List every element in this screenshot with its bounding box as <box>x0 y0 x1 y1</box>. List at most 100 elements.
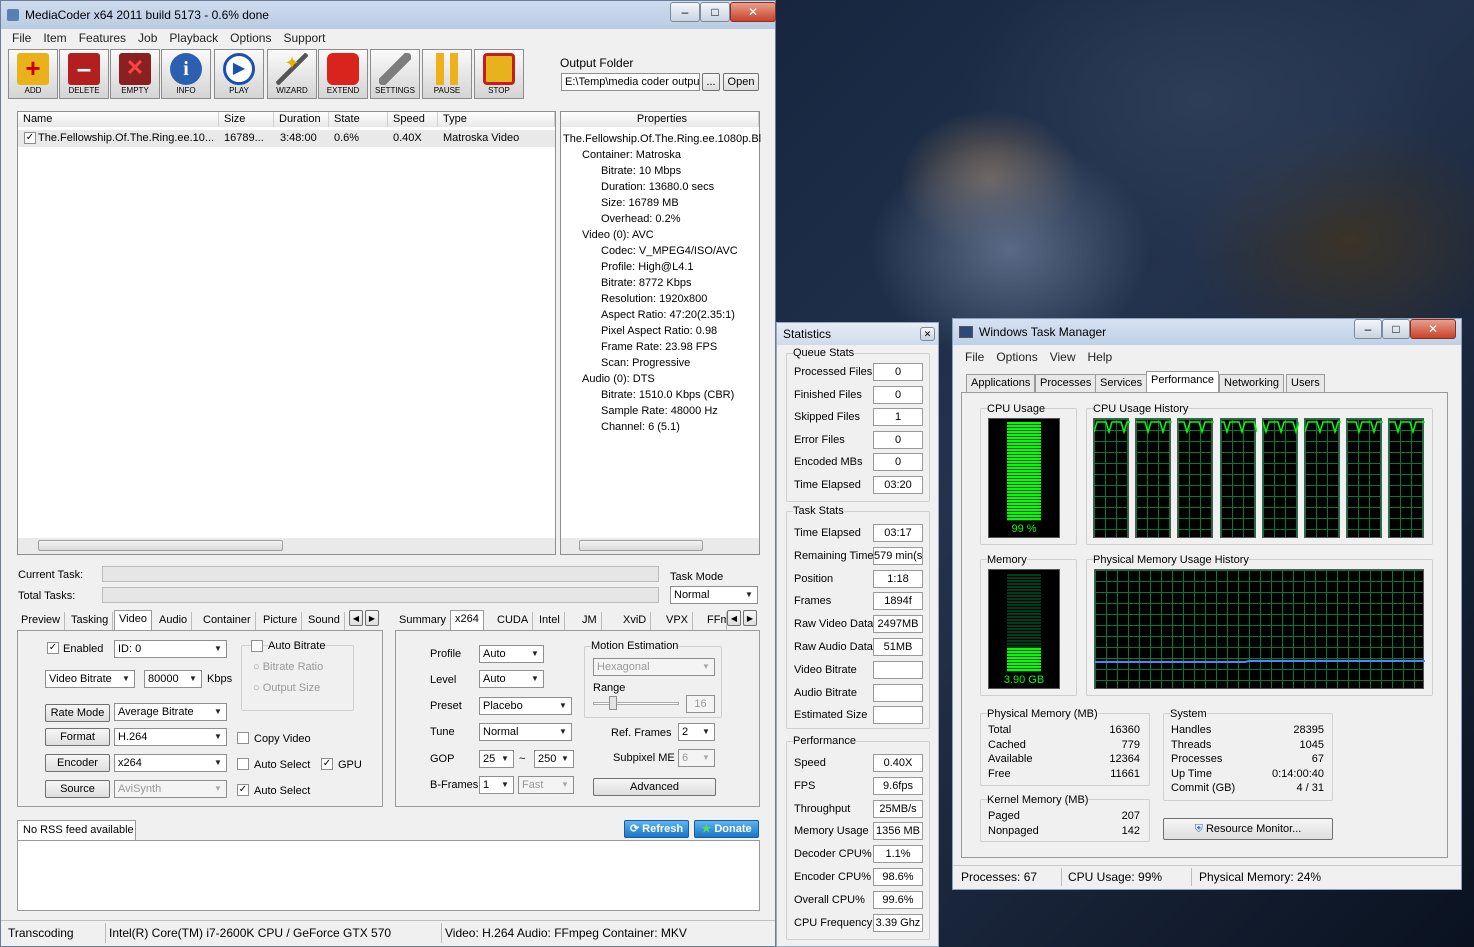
encoder-select[interactable]: x264 ▼ <box>114 754 227 772</box>
bitrate-select[interactable]: 80000 ▼ <box>144 670 202 688</box>
range-slider[interactable] <box>593 702 679 705</box>
minimize-button[interactable]: – <box>670 2 700 22</box>
tab-audio[interactable]: Audio <box>155 612 193 630</box>
tab-processes[interactable]: Processes <box>1035 374 1097 392</box>
add-button[interactable]: + ADD <box>8 49 58 99</box>
props-scroll-thumb[interactable] <box>579 540 703 551</box>
horizontal-scrollbar[interactable] <box>18 538 555 554</box>
profile-select[interactable]: Auto ▼ <box>479 645 544 663</box>
tab-container[interactable]: Container <box>199 612 256 630</box>
props-scrollbar[interactable] <box>561 538 759 554</box>
format-button[interactable]: Format <box>45 728 110 746</box>
bitrate-ratio-radio[interactable]: ○ Bitrate Ratio <box>253 661 323 673</box>
tab-x264[interactable]: x264 <box>450 610 484 630</box>
empty-button[interactable]: ✕ EMPTY <box>110 49 160 99</box>
menu-item[interactable]: Item <box>43 31 66 45</box>
gpu-checkbox[interactable]: ✓ <box>321 758 333 770</box>
range-slider-thumb[interactable] <box>609 696 617 710</box>
extend-button[interactable]: EXTEND <box>318 49 368 99</box>
menu-support[interactable]: Support <box>283 31 325 45</box>
gop-max-select[interactable]: 250 ▼ <box>534 750 574 768</box>
encoder-button[interactable]: Encoder <box>45 754 110 772</box>
maximize-button[interactable]: □ <box>700 2 730 22</box>
bframes-select[interactable]: 1 ▼ <box>479 776 514 794</box>
rtab-scroll-left[interactable]: ◀ <box>727 610 741 626</box>
video-id-select[interactable]: ID: 0 ▼ <box>114 640 227 658</box>
copy-video-checkbox[interactable] <box>237 732 249 744</box>
tm-close-button[interactable]: ✕ <box>1410 319 1456 339</box>
close-button[interactable]: ✕ <box>730 2 776 22</box>
subpixel-me-select[interactable]: 6 ▼ <box>678 749 715 767</box>
scrollbar-thumb[interactable] <box>38 540 283 551</box>
enabled-checkbox[interactable]: ✓ <box>47 642 59 654</box>
tm-minimize-button[interactable]: – <box>1354 319 1382 339</box>
auto-select2-checkbox[interactable]: ✓ <box>237 784 249 796</box>
tab-performance[interactable]: Performance <box>1146 371 1219 393</box>
menu-options[interactable]: Options <box>230 31 271 45</box>
rss-tab[interactable]: No RSS feed available <box>17 820 136 841</box>
stats-close-button[interactable]: ✕ <box>920 327 935 341</box>
motion-estimation-select[interactable]: Hexagonal ▼ <box>593 658 715 676</box>
tm-menu-view[interactable]: View <box>1050 350 1076 364</box>
tab-vpx[interactable]: VPX <box>662 612 694 630</box>
tab-sound[interactable]: Sound <box>304 612 345 630</box>
preset-select[interactable]: Placebo ▼ <box>479 697 572 715</box>
level-select[interactable]: Auto ▼ <box>479 670 544 688</box>
col-duration[interactable]: Duration <box>274 112 329 127</box>
tab-cuda[interactable]: CUDA <box>493 612 534 630</box>
col-type[interactable]: Type <box>438 112 555 127</box>
tab-jm[interactable]: JM <box>578 612 602 630</box>
range-input[interactable]: 16 <box>686 695 715 713</box>
tab-picture[interactable]: Picture <box>259 612 303 630</box>
file-list[interactable]: Name Size Duration State Speed Type ✓ Th… <box>17 111 556 555</box>
col-state[interactable]: State <box>329 112 388 127</box>
advanced-button[interactable]: Advanced <box>593 778 716 796</box>
delete-button[interactable]: – DELETE <box>59 49 109 99</box>
refresh-button[interactable]: ⟳ Refresh <box>624 820 689 838</box>
task-mode-select[interactable]: Normal ▼ <box>670 586 758 604</box>
tune-select[interactable]: Normal ▼ <box>479 723 572 741</box>
format-select[interactable]: H.264 ▼ <box>114 728 227 746</box>
tab-services[interactable]: Services <box>1095 374 1148 392</box>
file-checkbox[interactable]: ✓ <box>24 132 36 144</box>
auto-bitrate-checkbox[interactable] <box>251 640 263 652</box>
wizard-button[interactable]: ✦ WIZARD <box>267 49 317 99</box>
ref-frames-select[interactable]: 2 ▼ <box>678 723 715 741</box>
gop-min-select[interactable]: 25 ▼ <box>479 750 514 768</box>
video-mode-select[interactable]: Video Bitrate ▼ <box>45 670 135 688</box>
play-button[interactable]: ▶ PLAY <box>214 49 264 99</box>
table-row[interactable]: ✓ The.Fellowship.Of.The.Ring.ee.10... 16… <box>18 130 555 147</box>
resource-monitor-button[interactable]: ⛨ Resource Monitor... <box>1163 818 1333 840</box>
settings-button[interactable]: SETTINGS <box>370 49 420 99</box>
output-size-radio[interactable]: ○ Output Size <box>253 682 320 694</box>
open-button[interactable]: Open <box>723 73 759 91</box>
tab-applications[interactable]: Applications <box>966 374 1036 392</box>
tab-tasking[interactable]: Tasking <box>67 612 114 630</box>
col-name[interactable]: Name <box>18 112 219 127</box>
browse-button[interactable]: ... <box>702 73 720 91</box>
output-folder-input[interactable]: E:\Temp\media coder outpu <box>561 73 700 91</box>
tm-menu-options[interactable]: Options <box>996 350 1037 364</box>
tab-xvid[interactable]: XviD <box>619 612 652 630</box>
source-button[interactable]: Source <box>45 780 110 798</box>
tab-scroll-right[interactable]: ▶ <box>365 610 379 626</box>
tab-users[interactable]: Users <box>1286 374 1325 392</box>
tab-networking[interactable]: Networking <box>1219 374 1285 392</box>
donate-button[interactable]: ★ Donate <box>694 820 759 838</box>
source-select[interactable]: AviSynth ▼ <box>114 780 227 798</box>
menu-features[interactable]: Features <box>79 31 126 45</box>
tm-maximize-button[interactable]: □ <box>1382 319 1410 339</box>
tab-video[interactable]: Video <box>114 610 152 630</box>
col-size[interactable]: Size <box>219 112 274 127</box>
tm-menu-file[interactable]: File <box>965 350 984 364</box>
rate-mode-select[interactable]: Average Bitrate ▼ <box>114 703 227 721</box>
rate-mode-button[interactable]: Rate Mode <box>45 704 110 722</box>
tab-summary[interactable]: Summary <box>395 612 452 630</box>
bframe-mode-select[interactable]: Fast ▼ <box>518 776 574 794</box>
auto-select-checkbox[interactable] <box>237 758 249 770</box>
stop-button[interactable]: STOP <box>474 49 524 99</box>
tab-scroll-left[interactable]: ◀ <box>349 610 363 626</box>
pause-button[interactable]: PAUSE <box>422 49 472 99</box>
tab-ffm[interactable]: FFm <box>703 612 727 630</box>
menu-file[interactable]: File <box>12 31 31 45</box>
